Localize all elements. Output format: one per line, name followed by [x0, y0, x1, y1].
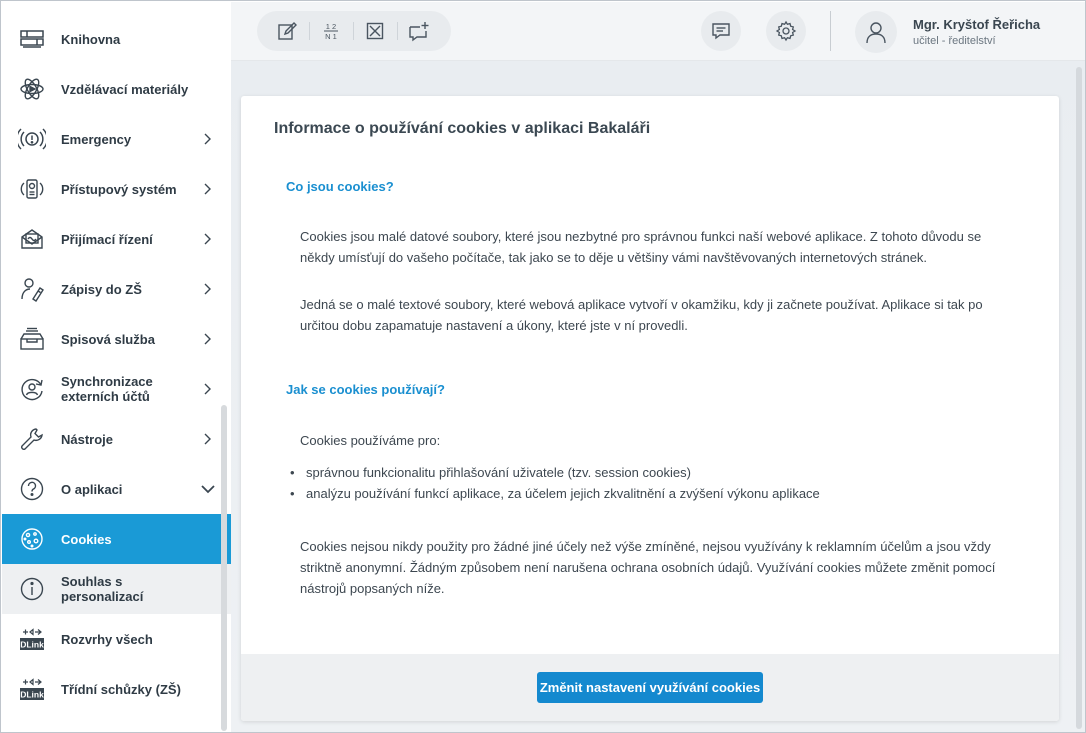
- chevron-right-icon: [204, 133, 211, 145]
- paragraph: Jedná se o malé textové soubory, které w…: [300, 297, 983, 333]
- sidebar-item-label: Vzdělávací materiály: [61, 81, 189, 97]
- sidebar-item-label: Cookies: [61, 531, 112, 547]
- cookie-icon: [18, 525, 46, 553]
- sidebar-item-label: Nástroje: [61, 431, 114, 447]
- header-divider: [830, 11, 831, 51]
- section-heading-what-are-cookies: Co jsou cookies?: [286, 179, 394, 194]
- chevron-right-icon: [204, 283, 211, 295]
- filing-icon: [18, 325, 46, 353]
- sidebar-item-label: Spisová služba: [61, 331, 155, 347]
- settings-button[interactable]: [766, 11, 806, 51]
- sidebar-item-label: Souhlas s personalizací: [61, 574, 144, 604]
- admission-icon: [18, 225, 46, 253]
- paragraph: Cookies jsou malé datové soubory, které …: [300, 229, 982, 265]
- user-role: učitel - ředitelství: [913, 35, 996, 47]
- sidebar-item-zapisy-do-zs[interactable]: Zápisy do ZŠ: [2, 264, 231, 314]
- sidebar-item-label: Rozvrhy všech: [61, 631, 153, 647]
- dlink-icon: DLink: [18, 625, 46, 653]
- list-item: správnou funkcionalitu přihlašování uživ…: [290, 462, 820, 483]
- sidebar-item-pristupovy-system[interactable]: Přístupový systém: [2, 164, 231, 214]
- messages-button[interactable]: [701, 11, 741, 51]
- gear-icon: [775, 20, 797, 42]
- sidebar-item-vzdelavaci-materialy[interactable]: Vzdělávací materiály: [2, 64, 231, 114]
- sidebar-item-label: Zápisy do ZŠ: [61, 281, 142, 297]
- sidebar-item-synchronizace-externich-uctu[interactable]: Synchronizace externích účtů: [2, 364, 231, 414]
- sidebar-item-label: Přijímací řízení: [61, 231, 153, 247]
- sidebar-item-nastroje[interactable]: Nástroje: [2, 414, 231, 464]
- grades-button[interactable]: 1 2 N 1: [309, 13, 353, 49]
- chevron-right-icon: [204, 233, 211, 245]
- cookies-info-card: Informace o používání cookies v aplikaci…: [241, 96, 1059, 721]
- top-header: 1 2 N 1 Mgr. Kryštof Řeřicha učitel - ře…: [231, 2, 1085, 61]
- sidebar-item-o-aplikaci[interactable]: O aplikaci: [2, 464, 231, 514]
- usage-list: správnou funkcionalitu přihlašování uživ…: [290, 462, 820, 504]
- sidebar-item-prijimaci-rizeni[interactable]: Přijímací řízení: [2, 214, 231, 264]
- sidebar-item-label: Emergency: [61, 131, 132, 147]
- sidebar-item-souhlas-s-personalizaci[interactable]: Souhlas s personalizací: [2, 564, 231, 614]
- svg-text:DLink: DLink: [20, 690, 44, 700]
- sidebar-scrollbar[interactable]: [221, 405, 227, 731]
- sidebar-item-tridni-schuzky[interactable]: DLink Třídní schůzky (ZŠ): [2, 664, 231, 714]
- chevron-right-icon: [204, 383, 211, 395]
- add-message-icon: [409, 22, 429, 42]
- app-window: Knihovna Vzdělávací materiály Emergency …: [0, 0, 1086, 733]
- sidebar-item-label: Přístupový systém: [61, 181, 177, 197]
- sync-accounts-icon: [18, 375, 46, 403]
- sidebar-item-rozvrhy-vsech[interactable]: DLink Rozvrhy všech: [2, 614, 231, 664]
- avatar[interactable]: [855, 11, 897, 53]
- list-item: analýzu používání funkcí aplikace, za úč…: [290, 483, 820, 504]
- sidebar-item-cookies[interactable]: Cookies: [2, 514, 231, 564]
- chevron-right-icon: [204, 183, 211, 195]
- sidebar-item-emergency[interactable]: Emergency: [2, 114, 231, 164]
- page-title: Informace o používání cookies v aplikaci…: [274, 120, 651, 137]
- svg-text:N 1: N 1: [325, 32, 337, 41]
- svg-text:1 2: 1 2: [326, 22, 336, 31]
- message-icon: [712, 23, 730, 40]
- chevron-down-icon: [201, 485, 215, 494]
- content-scrollbar[interactable]: [1076, 67, 1082, 729]
- emergency-icon: [18, 125, 46, 153]
- dlink-icon: DLink: [18, 675, 46, 703]
- svg-text:DLink: DLink: [20, 640, 44, 650]
- sidebar-item-label: Synchronizace externích účtů: [61, 374, 153, 404]
- paragraph: Cookies nejsou nikdy použity pro žádné j…: [300, 539, 996, 596]
- sidebar-item-label: Knihovna: [61, 31, 121, 47]
- sidebar-item-spisova-sluzba[interactable]: Spisová služba: [2, 314, 231, 364]
- access-system-icon: [18, 175, 46, 203]
- card-footer: Změnit nastavení využívání cookies: [241, 654, 1059, 721]
- absence-button[interactable]: [353, 13, 397, 49]
- user-icon: [866, 22, 886, 44]
- new-message-button[interactable]: [397, 13, 441, 49]
- edit-icon: [278, 22, 297, 40]
- chevron-right-icon: [204, 433, 211, 445]
- sidebar: Knihovna Vzdělávací materiály Emergency …: [2, 2, 231, 732]
- section-heading-how-used: Jak se cookies používají?: [286, 382, 445, 397]
- wrench-icon: [18, 425, 46, 453]
- sidebar-item-label: Třídní schůzky (ZŠ): [61, 681, 181, 697]
- change-cookie-settings-button[interactable]: Změnit nastavení využívání cookies: [537, 672, 763, 703]
- enrollment-icon: [18, 275, 46, 303]
- sidebar-item-knihovna[interactable]: Knihovna: [2, 14, 231, 64]
- info-icon: [18, 575, 46, 603]
- sidebar-item-label: O aplikaci: [61, 481, 123, 497]
- paragraph: Cookies používáme pro:: [300, 433, 441, 448]
- edit-button[interactable]: [265, 13, 309, 49]
- library-icon: [18, 25, 46, 53]
- user-name[interactable]: Mgr. Kryštof Řeřicha: [913, 17, 1040, 32]
- quick-toolbar: 1 2 N 1: [257, 11, 451, 51]
- atom-icon: [18, 75, 46, 103]
- absence-icon: [366, 22, 384, 40]
- question-icon: [18, 475, 46, 503]
- chevron-right-icon: [204, 333, 211, 345]
- grades-icon: 1 2 N 1: [324, 22, 338, 41]
